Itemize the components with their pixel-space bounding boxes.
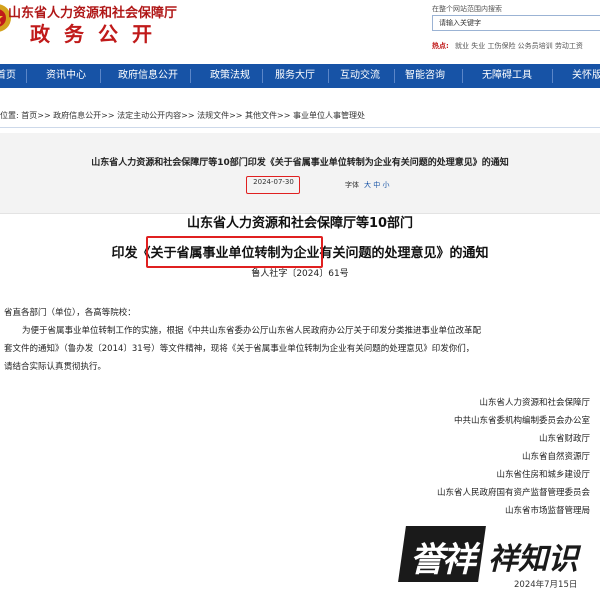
date-highlight-box <box>246 176 300 194</box>
signatory: 山东省自然资源厅 <box>521 452 590 462</box>
nav-item-accessibility[interactable]: 无障碍工具 <box>482 64 532 88</box>
title-highlight-box <box>146 236 323 268</box>
nav-item-policy[interactable]: 政策法规 <box>210 64 250 88</box>
nav-item-home[interactable]: 首页 <box>0 64 16 88</box>
body-paragraph-line: 请结合实际认真贯彻执行。 <box>4 362 107 372</box>
site-title[interactable]: 政务公开 <box>30 18 166 47</box>
search-caption: 在整个网站范围内搜索 <box>432 5 502 13</box>
watermark-text: 誉祥 <box>410 540 476 580</box>
nav-item-interaction[interactable]: 互动交流 <box>340 64 380 88</box>
breadcrumb[interactable]: 位置: 首页>> 政府信息公开>> 法定主动公开内容>> 法规文件>> 其他文件… <box>0 110 365 121</box>
document-title-line-1: 山东省人力资源和社会保障厅等10部门 <box>186 216 414 231</box>
nav-divider <box>328 69 329 83</box>
document-number: 鲁人社字〔2024〕61号 <box>251 269 349 279</box>
nav-divider <box>552 69 553 83</box>
hot-keywords[interactable]: 就业 失业 工伤保险 公务员培训 劳动工资 <box>455 41 583 51</box>
signatory: 山东省人民政府国有资产监督管理委员会 <box>436 488 590 498</box>
site-header: 山东省人力资源和社会保障厅 政务公开 在整个网站范围内搜索 请输入关键字 热点:… <box>0 0 600 62</box>
nav-item-care-mode[interactable]: 关怀版 <box>572 64 600 88</box>
body-paragraph-line: 为便于省属事业单位转制工作的实施，根据《中共山东省委办公厅山东省人民政府办公厅关… <box>22 326 482 336</box>
signatory: 中共山东省委机构编制委员会办公室 <box>453 416 590 426</box>
article-header-panel <box>0 133 600 214</box>
divider <box>0 127 600 128</box>
article-title: 山东省人力资源和社会保障厅等10部门印发《关于省属事业单位转制为企业有关问题的处… <box>91 158 509 168</box>
body-paragraph-line: 套文件的通知》（鲁办发〔2014〕31号）等文件精神，现将《关于省属事业单位转制… <box>4 344 475 354</box>
signatory: 山东省人力资源和社会保障厅 <box>479 398 590 408</box>
font-size-label: 字体 <box>345 181 359 189</box>
nav-divider <box>394 69 395 83</box>
hot-label: 热点: <box>432 42 449 50</box>
signatory: 山东省市场监督管理局 <box>504 506 590 516</box>
signatory: 山东省财政厅 <box>538 434 590 444</box>
watermark-text: 祥知识 <box>488 542 578 577</box>
nav-item-service-hall[interactable]: 服务大厅 <box>275 64 315 88</box>
nav-divider <box>190 69 191 83</box>
main-nav: 首页 资讯中心 政府信息公开 政策法规 服务大厅 互动交流 智能咨询 无障碍工具… <box>0 64 600 88</box>
signatory: 山东省住房和城乡建设厅 <box>496 470 590 480</box>
nav-item-smart-consult[interactable]: 智能咨询 <box>405 64 445 88</box>
nav-divider <box>26 69 27 83</box>
recipients-line: 省直各部门（单位），各高等院校： <box>4 308 136 318</box>
nav-divider <box>262 69 263 83</box>
font-size-options[interactable]: 大 中 小 <box>364 180 389 190</box>
watermark-logo: 誉祥 祥知识 <box>398 526 582 582</box>
nav-divider <box>462 69 463 83</box>
nav-item-gov-info[interactable]: 政府信息公开 <box>118 64 178 88</box>
search-input[interactable]: 请输入关键字 <box>432 15 600 31</box>
nav-item-news[interactable]: 资讯中心 <box>46 64 86 88</box>
nav-divider <box>100 69 101 83</box>
